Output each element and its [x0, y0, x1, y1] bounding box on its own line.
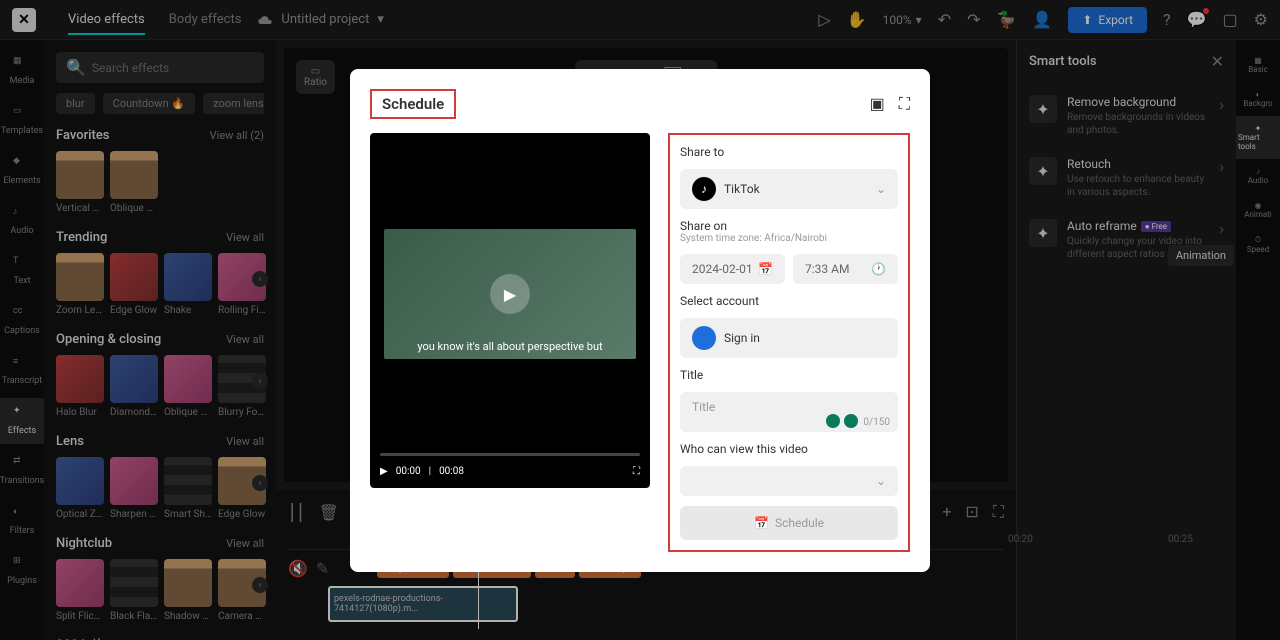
char-count: 0/150 — [863, 417, 890, 428]
modal-preview: ▶ you know it's all about perspective bu… — [370, 133, 650, 488]
grammarly-icon[interactable] — [844, 414, 858, 428]
play-button[interactable]: ▶ — [490, 274, 530, 314]
calendar-icon: 📅 — [758, 262, 773, 276]
schedule-button[interactable]: 📅 Schedule — [680, 506, 898, 540]
title-input[interactable]: Title 0/150 — [680, 392, 898, 432]
title-label: Title — [680, 368, 898, 382]
signin-button[interactable]: Sign in — [680, 318, 898, 358]
chevron-down-icon: ⌄ — [876, 474, 886, 488]
select-account-label: Select account — [680, 294, 898, 308]
modal-overlay: Schedule ▣ ⛶ ▶ you know it's all about p… — [0, 0, 1280, 640]
clock-icon: 🕐 — [871, 262, 886, 276]
tiktok-icon: ♪ — [692, 177, 716, 201]
time-input[interactable]: 7:33 AM🕐 — [793, 254, 898, 284]
schedule-form: Share to ♪ TikTok ⌄ Share on System time… — [668, 133, 910, 552]
fullscreen-icon[interactable]: ⛶ — [633, 466, 640, 477]
grammarly-icon[interactable] — [826, 414, 840, 428]
chevron-down-icon: ⌄ — [876, 182, 886, 196]
play-small-icon[interactable]: ▶ — [380, 466, 388, 477]
date-input[interactable]: 2024-02-01📅 — [680, 254, 785, 284]
expand-icon[interactable]: ⛶ — [899, 94, 910, 114]
user-avatar-icon — [692, 326, 716, 350]
privacy-select[interactable]: ⌄ — [680, 466, 898, 496]
platform-select[interactable]: ♪ TikTok ⌄ — [680, 169, 898, 209]
progress-bar[interactable] — [380, 453, 640, 456]
share-on-label: Share on — [680, 219, 898, 233]
present-icon[interactable]: ▣ — [870, 94, 885, 114]
preview-caption: you know it's all about perspective but — [384, 340, 636, 353]
modal-title: Schedule — [370, 89, 456, 119]
timezone-label: System time zone: Africa/Nairobi — [680, 233, 898, 244]
privacy-label: Who can view this video — [680, 442, 898, 456]
schedule-modal: Schedule ▣ ⛶ ▶ you know it's all about p… — [350, 69, 930, 572]
share-to-label: Share to — [680, 145, 898, 159]
